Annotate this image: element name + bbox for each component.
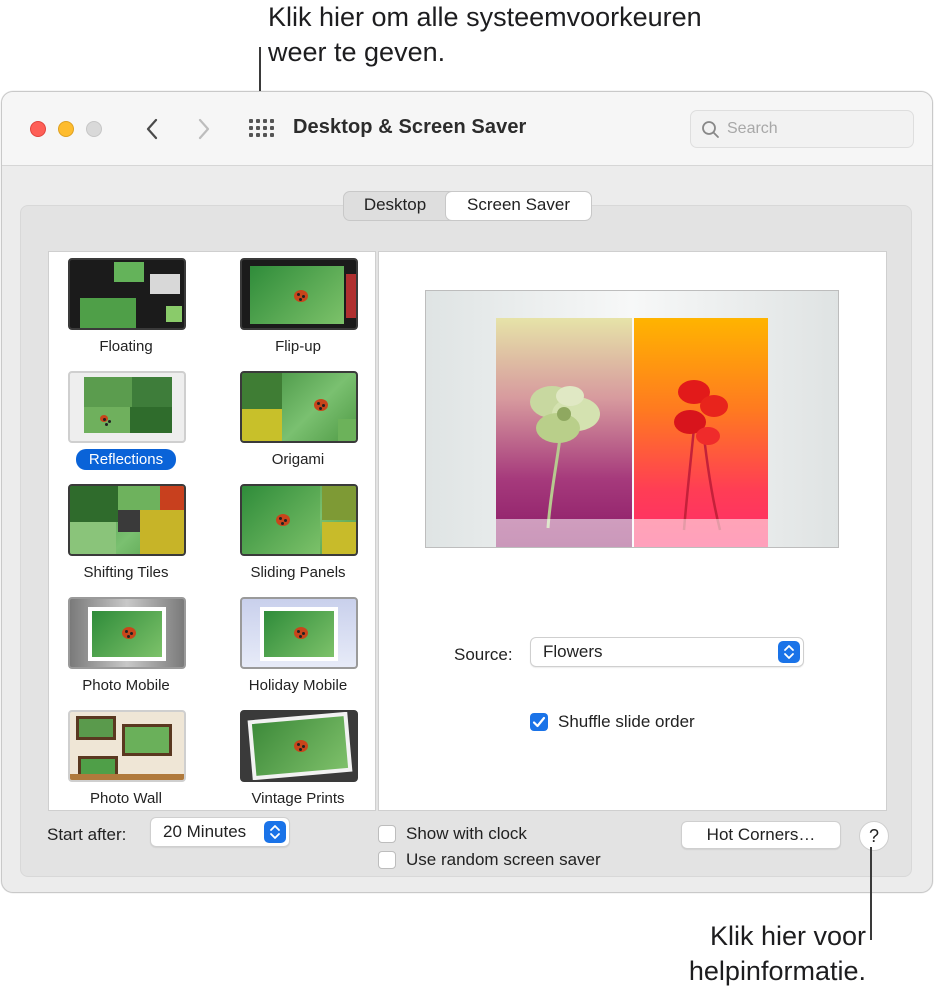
ladybug-image [100,415,108,422]
thumbnail-floating [68,258,186,330]
flower-icon [530,386,600,529]
screensaver-label: Flip-up [275,338,321,355]
screensaver-label: Shifting Tiles [83,564,169,581]
selected-label-text: Reflections [75,449,177,470]
source-value: Flowers [543,642,603,661]
source-label: Source: [454,645,513,664]
chevron-right-icon [198,118,210,140]
screensaver-label-selected: Reflections [51,449,201,470]
forward-button[interactable] [189,114,219,144]
grid-icon [249,119,274,137]
show-clock-label: Show with clock [406,824,527,843]
tab-screen-saver[interactable]: Screen Saver [446,192,591,220]
screensaver-item-flip-up[interactable]: Flip-up [223,252,373,364]
show-all-button[interactable] [244,114,276,144]
popup-arrows-icon [264,821,286,843]
screensaver-label: Photo Mobile [82,677,170,694]
thumbnail-origami [240,371,358,443]
close-button[interactable] [30,121,46,137]
preferences-window: Desktop & Screen Saver Search Desktop Sc… [1,91,933,893]
checkmark-icon [532,716,546,728]
ladybug-image [294,740,308,752]
search-field[interactable]: Search [690,110,914,148]
thumbnail-photo-mobile [68,597,186,669]
thumbnail-photo-wall [68,710,186,782]
search-placeholder: Search [727,120,778,137]
random-screensaver-label: Use random screen saver [406,850,601,869]
ladybug-image [276,514,290,526]
callout-show-all: Klik hier om alle systeemvoorkeuren weer… [268,0,828,70]
screensaver-item-shifting-tiles[interactable]: Shifting Tiles [51,478,201,590]
screensaver-item-reflections[interactable]: Reflections [51,365,201,477]
help-button[interactable]: ? [859,821,889,851]
screensaver-label: Sliding Panels [250,564,346,581]
screensaver-label: Photo Wall [90,790,162,807]
title-bar: Desktop & Screen Saver Search [2,92,932,166]
callout-line: weer te geven. [268,37,446,67]
callout-line: helpinformatie. [688,956,866,986]
screensaver-preview [425,290,839,548]
thumbnail-reflections [68,371,186,443]
start-after-popup[interactable]: 20 Minutes [150,817,290,847]
tab-control: Desktop Screen Saver [343,191,592,221]
screensaver-item-sliding-panels[interactable]: Sliding Panels [223,478,373,590]
ladybug-image [294,627,308,639]
minimize-button[interactable] [58,121,74,137]
screensaver-label: Floating [99,338,153,355]
random-screensaver-checkbox[interactable] [378,851,396,869]
thumbnail-shifting-tiles [68,484,186,556]
screensaver-item-origami[interactable]: Origami [223,365,373,477]
callout-line: Klik hier om alle systeemvoorkeuren [268,2,702,32]
popup-arrows-icon [778,641,800,663]
thumbnail-sliding-panels [240,484,358,556]
start-after-value: 20 Minutes [163,822,247,841]
ladybug-image [314,399,328,411]
screensaver-label: Origami [271,451,325,468]
screensaver-label: Vintage Prints [251,790,345,807]
screensaver-item-photo-mobile[interactable]: Photo Mobile [51,591,201,703]
callout-line: Klik hier voor [709,921,866,951]
window-title: Desktop & Screen Saver [293,116,527,138]
flower-photo-red [634,318,768,547]
show-clock-checkbox[interactable] [378,825,396,843]
screensaver-item-vintage-prints[interactable]: Vintage Prints [223,704,373,810]
screensaver-list[interactable]: Floating Flip-up Reflections Origami Shi… [48,251,376,811]
screensaver-label: Holiday Mobile [248,677,348,694]
callout-leader-line [870,847,872,940]
callout-help: Klik hier voor helpinformatie. [446,919,866,989]
hot-corners-button[interactable]: Hot Corners… [681,821,841,849]
search-icon [702,121,719,138]
chevron-left-icon [146,118,158,140]
flower-icon [674,380,728,531]
ladybug-image [122,627,136,639]
thumbnail-flip-up [240,258,358,330]
thumbnail-holiday-mobile [240,597,358,669]
shuffle-label: Shuffle slide order [558,712,695,731]
thumbnail-vintage-prints [240,710,358,782]
zoom-button[interactable] [86,121,102,137]
tab-desktop[interactable]: Desktop [344,192,446,220]
back-button[interactable] [137,114,167,144]
ladybug-image [294,290,308,302]
start-after-label: Start after: [47,825,127,844]
screensaver-item-holiday-mobile[interactable]: Holiday Mobile [223,591,373,703]
reflection-overlay [496,519,768,547]
flower-photo-green [496,318,632,547]
screensaver-item-floating[interactable]: Floating [51,252,201,364]
screensaver-item-photo-wall[interactable]: Photo Wall [51,704,201,810]
source-popup[interactable]: Flowers [530,637,804,667]
shuffle-checkbox[interactable] [530,713,548,731]
